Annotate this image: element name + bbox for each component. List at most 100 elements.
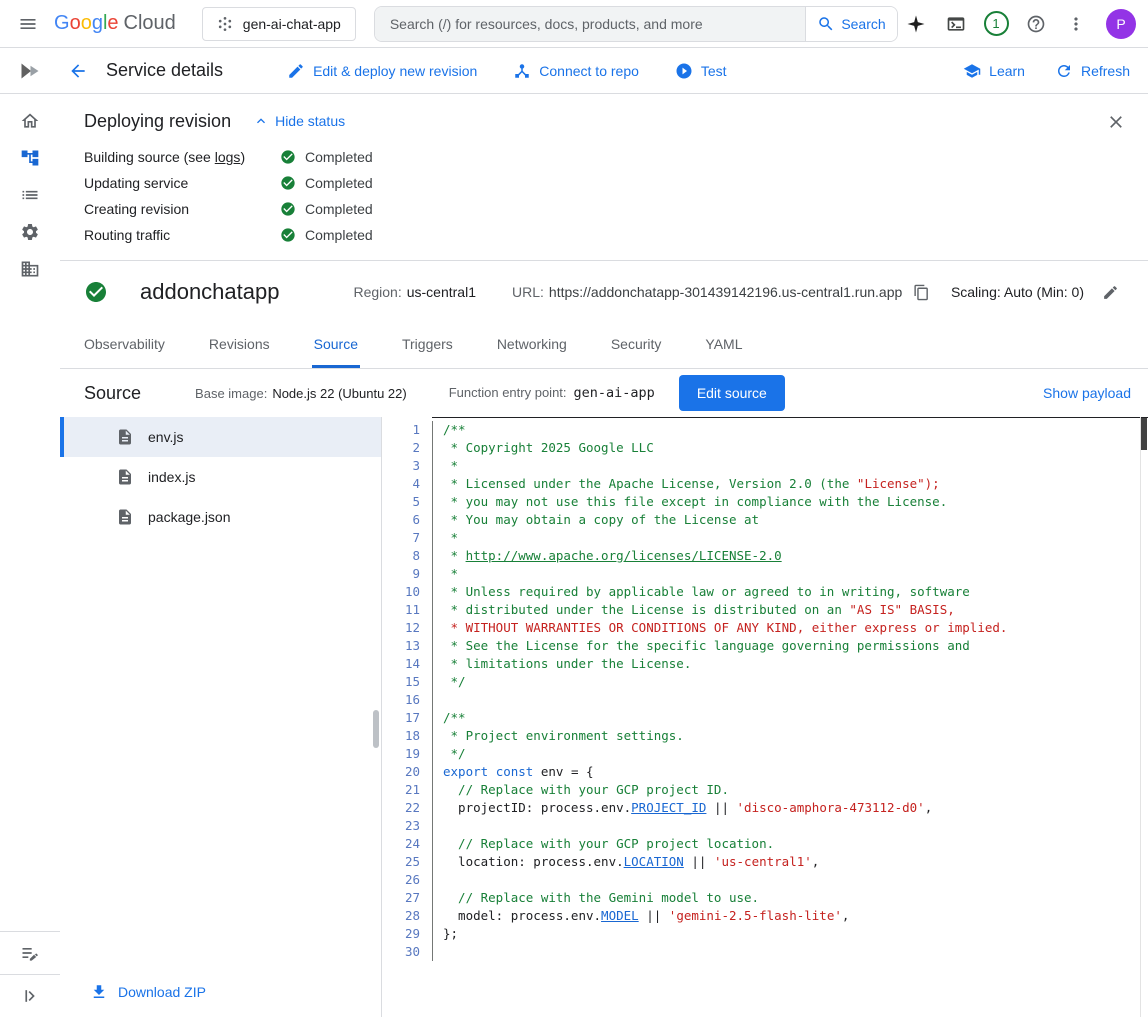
left-nav <box>0 94 60 1017</box>
editor-scrollbar[interactable] <box>1140 417 1148 1017</box>
line-number: 23 <box>382 817 420 835</box>
line-number: 25 <box>382 853 420 871</box>
deploy-step-status: Completed <box>280 200 373 218</box>
region-value: us-central1 <box>407 284 476 300</box>
tab-yaml[interactable]: YAML <box>703 323 744 368</box>
tab-revisions[interactable]: Revisions <box>207 323 272 368</box>
code-line <box>443 691 1132 709</box>
close-icon <box>1106 112 1126 132</box>
url-label: URL: <box>512 284 544 300</box>
search-input[interactable] <box>375 7 805 41</box>
gcp-console-window: Google Cloud gen-ai-chat-app Search 1 <box>0 0 1148 1017</box>
services-icon <box>20 148 40 168</box>
code-line: * limitations under the License. <box>443 655 1132 673</box>
download-icon <box>90 983 108 1001</box>
code-line: * <box>443 529 1132 547</box>
file-item-package.json[interactable]: package.json <box>60 497 381 537</box>
file-panel: env.jsindex.jspackage.json Download ZIP <box>60 417 382 1017</box>
project-icon <box>217 16 233 32</box>
step-status-text: Completed <box>305 148 373 166</box>
more-options-button[interactable] <box>1058 6 1094 42</box>
refresh-button[interactable]: Refresh <box>1055 62 1130 80</box>
service-url-group: URL: https://addonchatapp-301439142196.u… <box>512 278 935 306</box>
line-number: 12 <box>382 619 420 637</box>
editor-scrollbar-thumb[interactable] <box>1141 418 1147 450</box>
line-number: 2 <box>382 439 420 457</box>
close-panel-button[interactable] <box>1098 104 1134 140</box>
connect-repo-button[interactable]: Connect to repo <box>513 62 639 80</box>
learn-icon <box>963 62 981 80</box>
top-app-bar: Google Cloud gen-ai-chat-app Search 1 <box>0 0 1148 48</box>
edit-scaling-button[interactable] <box>1096 278 1124 306</box>
code-line: * You may obtain a copy of the License a… <box>443 511 1132 529</box>
line-number: 4 <box>382 475 420 493</box>
gemini-button[interactable] <box>898 6 934 42</box>
tab-triggers[interactable]: Triggers <box>400 323 455 368</box>
file-list: env.jsindex.jspackage.json <box>60 417 381 537</box>
show-payload-link[interactable]: Show payload <box>1043 385 1131 401</box>
edit-source-button[interactable]: Edit source <box>679 375 785 411</box>
learn-button[interactable]: Learn <box>963 62 1025 80</box>
code-line: * See the License for the specific langu… <box>443 637 1132 655</box>
line-number: 9 <box>382 565 420 583</box>
line-number: 11 <box>382 601 420 619</box>
learn-label: Learn <box>989 63 1025 79</box>
file-list-scrollbar[interactable] <box>373 710 379 748</box>
project-name: gen-ai-chat-app <box>243 16 341 32</box>
line-number: 8 <box>382 547 420 565</box>
help-button[interactable] <box>1018 6 1054 42</box>
release-notes-button[interactable] <box>0 931 60 974</box>
scaling-info: Scaling: Auto (Min: 0) <box>951 284 1084 300</box>
code-editor[interactable]: 1234567891011121314151617181920212223242… <box>382 417 1148 1017</box>
logs-link[interactable]: logs <box>215 149 241 165</box>
line-numbers: 1234567891011121314151617181920212223242… <box>382 417 432 1017</box>
code-content: /** * Copyright 2025 Google LLC * * Lice… <box>432 421 1132 961</box>
code-line: * Unless required by applicable law or a… <box>443 583 1132 601</box>
nav-integrations-button[interactable] <box>0 213 60 250</box>
tab-security[interactable]: Security <box>609 323 664 368</box>
notifications-button[interactable]: 1 <box>978 6 1014 42</box>
cloud-shell-button[interactable] <box>938 6 974 42</box>
nav-home-button[interactable] <box>0 102 60 139</box>
code-line: */ <box>443 745 1132 763</box>
line-number: 24 <box>382 835 420 853</box>
code-viewport: /** * Copyright 2025 Google LLC * * Lice… <box>432 417 1148 1017</box>
copy-icon <box>913 284 930 301</box>
nav-jobs-button[interactable] <box>0 176 60 213</box>
collapse-nav-button[interactable] <box>0 974 60 1017</box>
organization-icon <box>20 259 40 279</box>
line-number: 5 <box>382 493 420 511</box>
file-item-env.js[interactable]: env.js <box>60 417 381 457</box>
tab-networking[interactable]: Networking <box>495 323 569 368</box>
deploy-step-status: Completed <box>280 148 373 166</box>
code-line: // Replace with your GCP project locatio… <box>443 835 1132 853</box>
edit-deploy-button[interactable]: Edit & deploy new revision <box>287 62 477 80</box>
kebab-menu-icon <box>1066 14 1086 34</box>
nav-services-button[interactable] <box>0 139 60 176</box>
file-item-index.js[interactable]: index.js <box>60 457 381 497</box>
nav-organization-button[interactable] <box>0 250 60 287</box>
main-menu-button[interactable] <box>10 6 46 42</box>
copy-url-button[interactable] <box>907 278 935 306</box>
check-circle-icon <box>280 175 296 191</box>
tab-bar: Observability Revisions Source Triggers Netw… <box>60 323 1148 369</box>
scaling-group: Scaling: Auto (Min: 0) <box>951 278 1124 306</box>
line-number: 1 <box>382 421 420 439</box>
project-picker[interactable]: gen-ai-chat-app <box>202 7 356 41</box>
left-nav-bottom <box>0 931 60 1017</box>
code-line: // Replace with the Gemini model to use. <box>443 889 1132 907</box>
back-button[interactable] <box>60 53 96 89</box>
tab-source[interactable]: Source <box>312 323 360 368</box>
line-number: 3 <box>382 457 420 475</box>
line-number: 26 <box>382 871 420 889</box>
download-zip-button[interactable]: Download ZIP <box>60 968 381 1017</box>
search-button[interactable]: Search <box>805 7 897 41</box>
test-button[interactable]: Test <box>675 62 727 80</box>
code-line: */ <box>443 673 1132 691</box>
tab-observability[interactable]: Observability <box>82 323 167 368</box>
account-avatar[interactable]: P <box>1106 9 1136 39</box>
line-number: 6 <box>382 511 420 529</box>
line-number: 19 <box>382 745 420 763</box>
hide-status-button[interactable]: Hide status <box>253 113 345 129</box>
integrations-gear-icon <box>20 222 40 242</box>
